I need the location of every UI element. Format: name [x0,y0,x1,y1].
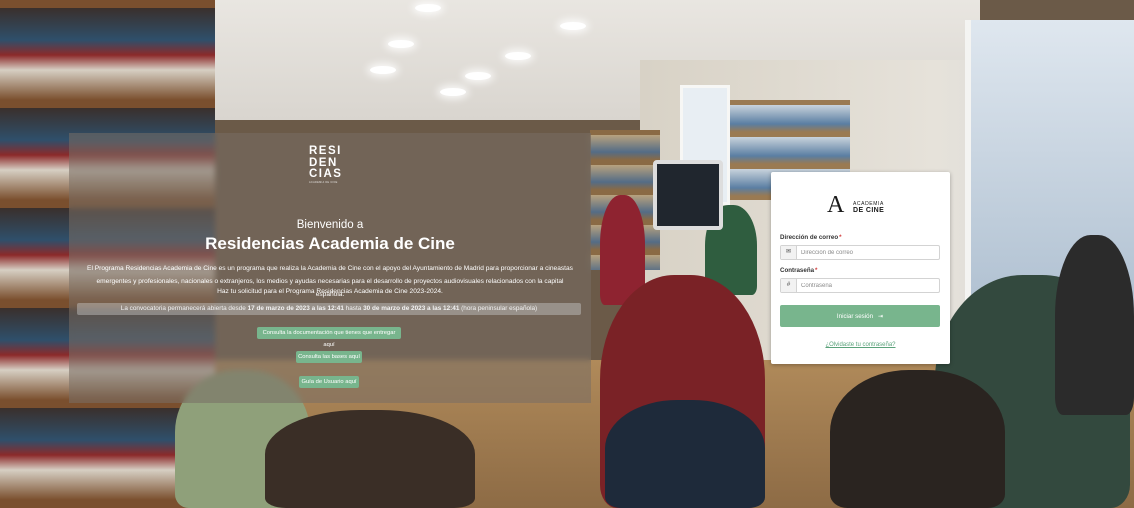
deadline-start: 17 de marzo de 2023 a las 12:41 [247,305,344,312]
user-guide-button[interactable]: Guía de Usuario aquí [299,376,359,388]
deadline-end: 30 de marzo de 2023 a las 12:41 [363,305,460,312]
required-mark: * [815,267,818,274]
login-card: A ACADEMIA DE CINE Dirección de correo* … [771,172,950,364]
person [830,370,1005,508]
deadline-banner: La convocatoria permanecerá abierta desd… [77,303,581,315]
password-label-text: Contraseña [780,267,815,274]
hash-icon: # [781,279,797,292]
documentation-button[interactable]: Consulta la documentación que tienes que… [257,327,401,348]
login-button-label: Iniciar sesión [836,312,874,320]
logo-line: RESI [309,145,342,157]
password-label: Contraseña* [780,267,817,274]
logo-mark: A [827,192,845,218]
logo-text-bottom: DE CINE [853,207,885,214]
email-label: Dirección de correo* [780,234,842,241]
logo-tagline: ACADEMIA DE CINE [309,180,338,184]
ceiling-lamp [560,22,586,30]
person [265,410,475,508]
envelope-icon: ✉ [781,246,797,259]
residencias-logo: RESI DEN CIAS ACADEMIA DE CINE [309,145,353,184]
monitor [653,160,723,230]
ceiling-lamp [388,40,414,48]
forgot-password-link[interactable]: ¿Olvidaste tu contraseña? [771,342,950,348]
program-description: El Programa Residencias Academia de Cine… [87,265,573,298]
bases-button[interactable]: Consulta las bases aquí [296,351,362,363]
email-label-text: Dirección de correo [780,234,839,241]
person [605,400,765,508]
sign-in-icon: ⇥ [878,313,884,320]
email-field-group: ✉ [780,245,940,260]
welcome-text: Bienvenido a [296,219,364,231]
login-button[interactable]: Iniciar sesión ⇥ [780,305,940,327]
info-panel: RESI DEN CIAS ACADEMIA DE CINE Bienvenid… [69,133,591,403]
ceiling-lamp [370,66,396,74]
password-field-group: # [780,278,940,293]
ceiling-lamp [440,88,466,96]
page-title: Residencias Academia de Cine [205,234,455,253]
password-field[interactable] [797,279,939,292]
deadline-prefix: La convocatoria permanecerá abierta desd… [120,305,248,312]
deadline-suffix: (hora peninsular española) [459,305,538,312]
ceiling-lamp [505,52,531,60]
ceiling-lamp [465,72,491,80]
logo-line: CIAS [309,168,343,180]
academia-logo: A ACADEMIA DE CINE [827,193,897,217]
ceiling-lamp [415,4,441,12]
person [1055,235,1134,415]
deadline-middle: hasta [343,305,364,312]
required-mark: * [839,234,842,241]
application-text: Haz tu solicitud para el Programa Reside… [217,288,443,295]
email-field[interactable] [797,246,939,259]
